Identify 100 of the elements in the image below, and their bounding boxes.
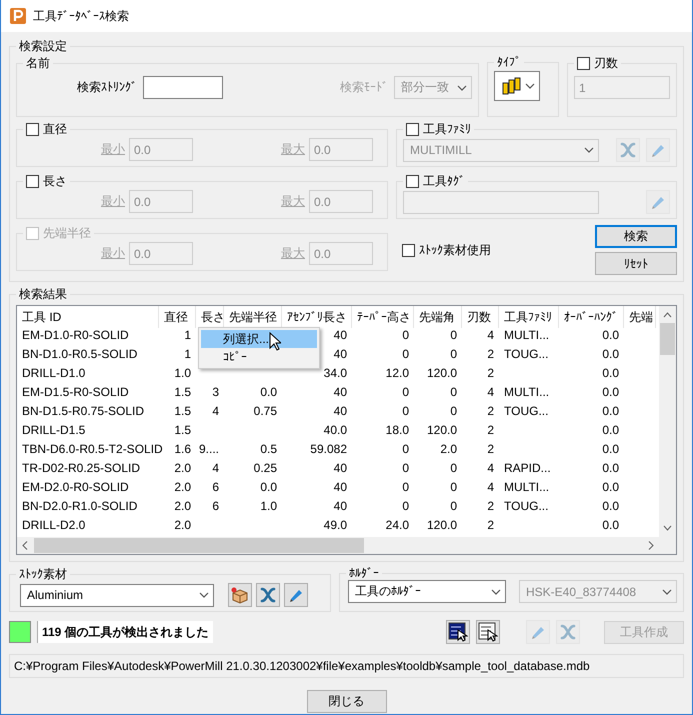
vertical-scrollbar[interactable] [659,306,676,537]
table-cell-text: 2 [486,498,495,514]
table-cell-text: 9.... [198,440,220,458]
table-cell-text: 4 [211,402,220,420]
group-title: 工具ﾌｧﾐﾘ [423,121,471,138]
cross-tool-icon [259,586,277,604]
table-cell-text: 0 [401,326,410,344]
group-title: 検索結果 [19,286,67,303]
table-cell-text: 18.0 [384,422,410,438]
table-cell-text: BN-D1.0-R0.5-SOLID [21,346,138,362]
table-cell-text: 120.0 [426,422,458,438]
table-cell-text: 2.0 [173,516,192,534]
dropdown[interactable]: 工具のﾎﾙﾀﾞｰ [348,580,506,603]
table-cell-text: 2 [486,346,495,362]
menu-item[interactable]: 列選択... [201,330,317,348]
table-cell-text: 1.6 [173,440,192,458]
table-cell-text: MULTI... [503,478,550,496]
table-cell-text: BN-D2.0-R1.0-SOLID [21,498,138,514]
checkbox[interactable] [406,123,419,136]
column-header[interactable]: 刃数 [462,306,499,328]
column-header[interactable]: ﾃｰﾊﾟｰ高さ [352,306,414,328]
pen-button[interactable] [284,583,308,607]
table-cell-text: 0.0 [601,478,620,496]
table-cell-text: 59.082 [309,440,348,458]
table-cell-text: 4 [486,326,495,344]
chevron-icon [525,83,535,89]
column-header[interactable]: 直径 [159,306,196,328]
search-button[interactable]: 検索 [595,225,677,248]
table-cell-text: 12.0 [384,364,410,382]
table-cell-text: 0 [401,478,410,496]
mouse-cursor-icon [269,332,281,351]
table-cell-text: 0.0 [601,460,620,476]
cross-button[interactable] [256,583,280,607]
table-cell-text: 0.0 [259,478,278,496]
menu-item[interactable]: ｺﾋﾟｰ [201,348,317,366]
status-color-button[interactable] [9,621,31,643]
scroll-thumb[interactable] [34,538,364,553]
column-header[interactable]: 工具 ID [17,306,159,328]
horizontal-scrollbar[interactable] [17,537,659,554]
table-select-button[interactable] [446,620,470,644]
scroll-thumb[interactable] [660,323,675,355]
field-label: 最大 [281,141,305,158]
table-cell-text: 0.0 [601,346,620,362]
column-header[interactable]: 先端角 [414,306,462,328]
box-button[interactable] [228,583,252,607]
group-title: ｽﾄｯｸ素材 [19,566,67,583]
table-cell-text: 4 [211,460,220,476]
table-cell-text: 0 [449,460,458,476]
table-cell-text: 2.0 [173,498,192,514]
table-cell-text: 2 [486,402,495,420]
table-cell-text: 2 [486,364,495,382]
checkbox[interactable] [26,123,39,136]
table-cell-text: 0 [401,440,410,458]
table-cell-text: 4 [486,384,495,400]
text-field[interactable] [143,76,223,99]
table-cell-text: TOUG... [503,498,550,514]
chevron-icon [662,588,672,594]
table-cell-text: 1.5 [173,384,192,400]
checkbox[interactable] [26,175,39,188]
field-label: 検索ｽﾄﾘﾝｸﾞ [77,79,137,96]
type-dropdown[interactable] [494,71,540,101]
table-cell-text: 0.0 [601,326,620,344]
table-cell-text: TR-D02-R0.25-SOLID [21,460,142,476]
box-icon [230,586,250,604]
checkbox[interactable] [406,175,419,188]
table-cell-text: EM-D1.5-R0-SOLID [21,384,130,400]
table-cell-text: 40 [332,346,348,362]
table-cell-text: EM-D2.0-R0-SOLID [21,478,130,496]
table-cell-text: 2 [486,422,495,438]
group-title: 先端半径 [43,225,91,242]
app-logo-icon [10,8,26,24]
text-field[interactable] [403,190,599,214]
group-title: 検索設定 [19,38,67,55]
table-cell-text: 49.0 [322,516,348,534]
table-cell-text: 1.0 [259,498,278,514]
table-cell-text: DRILL-D1.5 [21,422,86,438]
checkbox-label: ｽﾄｯｸ素材使用 [419,242,491,258]
table-cell-text: 1 [183,326,192,344]
table-cell-text: 0 [449,402,458,420]
close-button[interactable]: 閉じる [306,690,386,713]
column-header[interactable]: 先端 [624,306,656,328]
table-cell-text: 2.0 [439,440,458,458]
table-cell-text: 6 [211,498,220,514]
reset-button[interactable]: ﾘｾｯﾄ [595,252,677,275]
field-label: 最小 [101,141,125,158]
chevron-icon [199,592,209,598]
table-cell-text: 40 [332,498,348,514]
checkbox[interactable] [402,244,415,256]
group-title: 長さ [43,173,67,190]
table-cell-text: MULTI... [503,384,550,400]
column-header[interactable]: ｵｰﾊﾞｰﾊﾝｸﾞ [559,306,624,328]
table-cell-text: 2 [486,440,495,458]
dropdown[interactable]: Aluminium [20,584,214,606]
chevron-icon [457,84,467,90]
table-select-button[interactable] [476,620,500,644]
checkbox[interactable] [577,57,590,70]
cross-tool-icon [559,623,577,641]
group-title: ﾎﾙﾀﾞｰ [349,566,379,580]
column-header[interactable]: 工具ﾌｧﾐﾘ [499,306,559,328]
chevron-icon [491,588,501,594]
